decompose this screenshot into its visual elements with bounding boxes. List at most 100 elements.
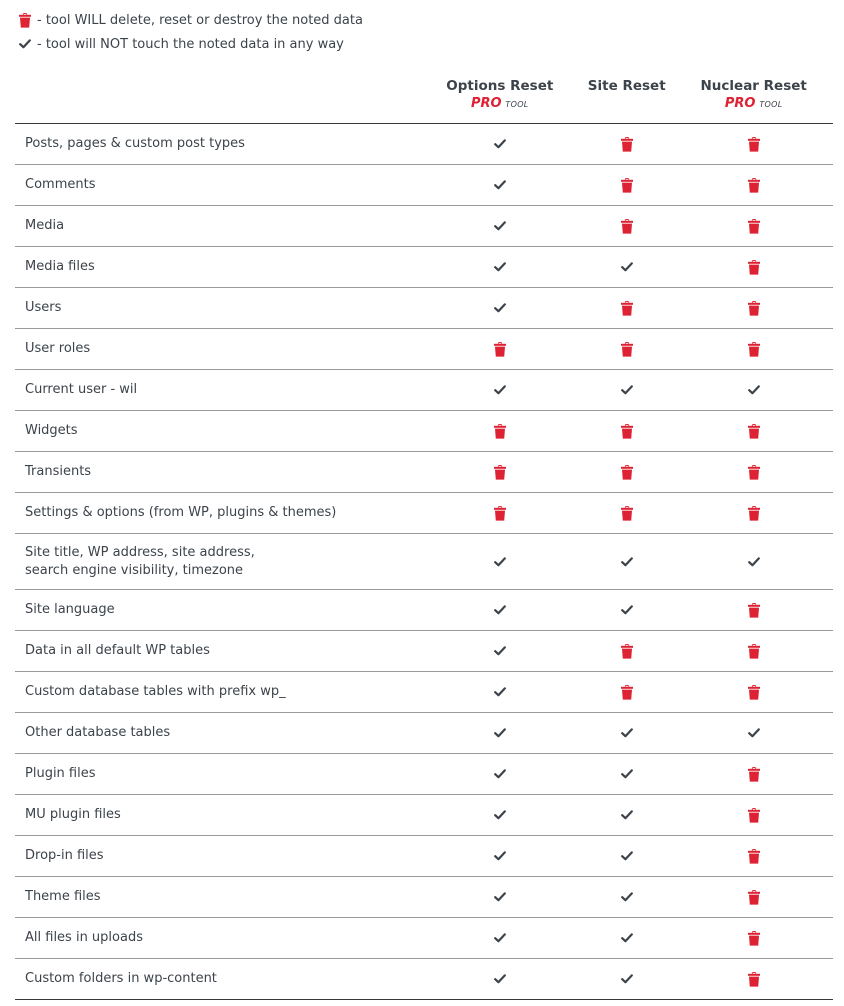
cell-options-reset xyxy=(420,328,580,370)
cell-options-reset xyxy=(420,533,580,590)
table-row: Widgets xyxy=(15,410,833,452)
trash-icon xyxy=(747,930,760,946)
row-label: Transients xyxy=(15,451,421,493)
cell-site-reset xyxy=(579,287,675,329)
cell-nuclear-reset xyxy=(674,630,833,672)
cell-site-reset xyxy=(579,533,675,590)
row-label: Theme files xyxy=(15,876,421,918)
cell-options-reset xyxy=(420,917,580,959)
table-row: All files in uploads xyxy=(15,917,833,959)
row-label: Drop-in files xyxy=(15,835,421,877)
cell-nuclear-reset xyxy=(674,492,833,534)
legend-text-destroy: - tool WILL delete, reset or destroy the… xyxy=(37,12,363,28)
row-label-text: Drop-in files xyxy=(25,848,104,863)
table-row: Other database tables xyxy=(15,712,833,754)
table-row: Users xyxy=(15,287,833,329)
check-icon xyxy=(493,646,506,656)
row-label-text: Plugin files xyxy=(25,766,96,781)
row-label-text: Media files xyxy=(25,259,95,274)
check-icon xyxy=(620,933,633,943)
trash-icon xyxy=(620,505,633,521)
row-label: Settings & options (from WP, plugins & t… xyxy=(15,492,421,534)
check-icon xyxy=(620,769,633,779)
trash-icon xyxy=(747,464,760,480)
row-label: Posts, pages & custom post types xyxy=(15,123,421,165)
comparison-table: Options Reset PRO tool Site Reset Nuclea… xyxy=(15,72,833,1000)
trash-icon xyxy=(747,602,760,618)
row-label: All files in uploads xyxy=(15,917,421,959)
trash-icon xyxy=(747,259,760,275)
cell-nuclear-reset xyxy=(674,753,833,795)
check-icon xyxy=(493,687,506,697)
table-row: User roles xyxy=(15,328,833,370)
tool-label: tool xyxy=(759,97,783,110)
cell-nuclear-reset xyxy=(674,589,833,631)
cell-options-reset xyxy=(420,876,580,918)
cell-site-reset xyxy=(579,712,675,754)
trash-icon xyxy=(747,341,760,357)
check-icon xyxy=(493,728,506,738)
check-icon xyxy=(747,728,760,738)
cell-nuclear-reset xyxy=(674,410,833,452)
cell-site-reset xyxy=(579,205,675,247)
cell-site-reset xyxy=(579,794,675,836)
trash-icon xyxy=(493,505,506,521)
legend-item-destroy: - tool WILL delete, reset or destroy the… xyxy=(17,8,363,32)
check-icon xyxy=(493,605,506,615)
row-label: Site title, WP address, site address, sea… xyxy=(15,533,421,590)
table-row: Custom database tables with prefix wp_ xyxy=(15,671,833,713)
row-label: Site language xyxy=(15,589,421,631)
row-label: Custom database tables with prefix wp_ xyxy=(15,671,421,713)
table-row: Comments xyxy=(15,164,833,206)
check-icon xyxy=(19,39,31,49)
trash-icon xyxy=(747,218,760,234)
check-icon xyxy=(493,810,506,820)
check-icon xyxy=(620,810,633,820)
cell-site-reset xyxy=(579,123,675,165)
row-label-text: Site language xyxy=(25,602,115,617)
cell-options-reset xyxy=(420,712,580,754)
cell-nuclear-reset xyxy=(674,876,833,918)
trash-icon xyxy=(493,464,506,480)
pro-label: PRO xyxy=(471,96,502,111)
cell-nuclear-reset xyxy=(674,205,833,247)
cell-options-reset xyxy=(420,164,580,206)
table-row: Posts, pages & custom post types xyxy=(15,123,833,165)
trash-icon xyxy=(620,684,633,700)
cell-site-reset xyxy=(579,753,675,795)
check-icon xyxy=(493,933,506,943)
row-label-text: User roles xyxy=(25,341,91,356)
row-label-text: Custom folders in wp-content xyxy=(25,971,217,986)
check-icon xyxy=(620,262,633,272)
cell-nuclear-reset xyxy=(674,123,833,165)
trash-icon xyxy=(493,341,506,357)
row-label-text: Other database tables xyxy=(25,725,171,740)
check-icon xyxy=(747,385,760,395)
cell-nuclear-reset xyxy=(674,369,833,411)
cell-site-reset xyxy=(579,246,675,288)
check-icon xyxy=(620,385,633,395)
cell-options-reset xyxy=(420,794,580,836)
row-label-text: Comments xyxy=(25,177,96,192)
cell-nuclear-reset xyxy=(674,533,833,590)
table-row: Site title, WP address, site address, sea… xyxy=(15,533,833,590)
cell-options-reset xyxy=(420,246,580,288)
cell-site-reset xyxy=(579,369,675,411)
row-label-text: Posts, pages & custom post types xyxy=(25,136,245,151)
header-empty xyxy=(15,72,421,124)
trash-icon xyxy=(620,464,633,480)
row-label-text: All files in uploads xyxy=(25,930,143,945)
check-icon xyxy=(620,974,633,984)
trash-icon xyxy=(747,423,760,439)
table-row: Drop-in files xyxy=(15,835,833,877)
legend-item-safe: - tool will NOT touch the noted data in … xyxy=(17,32,363,56)
cell-options-reset xyxy=(420,753,580,795)
check-icon xyxy=(620,851,633,861)
check-icon xyxy=(493,221,506,231)
cell-nuclear-reset xyxy=(674,794,833,836)
check-icon xyxy=(620,605,633,615)
table-row: Theme files xyxy=(15,876,833,918)
row-label-text: Widgets xyxy=(25,423,78,438)
cell-site-reset xyxy=(579,876,675,918)
cell-options-reset xyxy=(420,205,580,247)
